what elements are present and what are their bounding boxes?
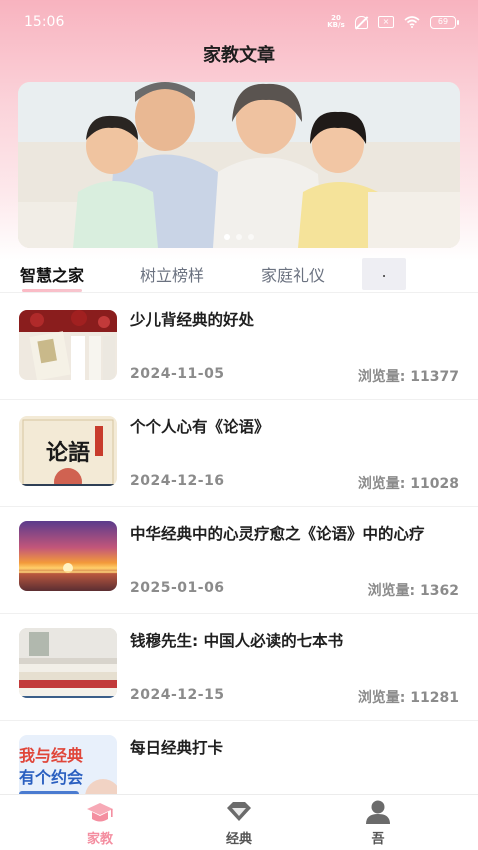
carousel-dot[interactable]	[236, 234, 242, 240]
diamond-icon	[224, 799, 254, 825]
article-thumbnail: 论語	[19, 416, 117, 486]
article-views: 浏览量: 11028	[357, 476, 459, 492]
nav-jiajiao[interactable]: 家教	[70, 799, 130, 847]
tab-more[interactable]: .	[362, 258, 406, 290]
article-views: 浏览量: 11281	[357, 690, 459, 706]
sim-icon: ×	[378, 16, 394, 28]
article-title: 钱穆先生: 中国人必读的七本书	[130, 632, 344, 650]
page-title: 家教文章	[203, 45, 275, 66]
wifi-icon	[404, 16, 420, 28]
carousel-indicator[interactable]	[18, 234, 460, 240]
graduation-cap-icon	[85, 799, 115, 825]
article-item[interactable]: 论語 个个人心有《论语》 2024-12-16 浏览量: 11028	[0, 400, 478, 507]
article-title: 少儿背经典的好处	[130, 311, 255, 329]
article-date: 2024-11-05	[130, 366, 225, 382]
nav-label: 家教	[86, 832, 113, 847]
article-title: 个个人心有《论语》	[130, 418, 270, 436]
article-views: 浏览量: 1362	[367, 583, 459, 599]
user-icon	[363, 799, 393, 825]
article-thumbnail	[19, 310, 117, 380]
carousel-dot[interactable]	[224, 234, 230, 240]
status-icons: 20 KB/s × 69	[327, 14, 459, 29]
banner-carousel[interactable]	[18, 82, 460, 248]
thumb-lunyu-text: 论語	[46, 440, 90, 466]
status-time: 15:06	[24, 14, 65, 30]
article-date: 2024-12-15	[130, 687, 225, 703]
article-date: 2025-01-06	[130, 580, 225, 596]
category-tabs: 智慧之家 树立榜样 家庭礼仪 .	[0, 256, 478, 292]
article-item[interactable]: 少儿背经典的好处 2024-11-05 浏览量: 11377	[0, 293, 478, 400]
article-thumbnail	[19, 628, 117, 698]
carousel-dot[interactable]	[248, 234, 254, 240]
thumb-promo-line1: 我与经典	[19, 746, 83, 765]
article-item[interactable]: 钱穆先生: 中国人必读的七本书 2024-12-15 浏览量: 11281	[0, 614, 478, 721]
article-item[interactable]: 中华经典中的心灵疗愈之《论语》中的心疗 2025-01-06 浏览量: 1362	[0, 507, 478, 614]
bottom-navigation: 家教 经典 吾	[0, 794, 478, 850]
battery-icon: 69	[430, 15, 459, 29]
status-bar: 15:06 20 KB/s × 69	[0, 0, 478, 44]
tab-shuli[interactable]: 树立榜样	[140, 262, 204, 286]
mute-icon	[355, 15, 368, 29]
network-speed-icon: 20 KB/s	[327, 14, 345, 29]
tab-label: 智慧之家	[20, 266, 85, 285]
nav-jingdian[interactable]: 经典	[209, 799, 269, 847]
article-title: 中华经典中的心灵疗愈之《论语》中的心疗	[130, 525, 425, 543]
nav-wu[interactable]: 吾	[348, 799, 408, 847]
nav-label: 经典	[225, 832, 252, 847]
article-title: 每日经典打卡	[130, 739, 224, 757]
article-views: 浏览量: 11377	[357, 369, 459, 385]
banner-family-photo	[18, 82, 460, 248]
article-date: 2024-12-16	[130, 473, 225, 489]
thumb-promo-line2: 有个约会	[19, 768, 83, 787]
article-thumbnail	[19, 521, 117, 591]
nav-label: 吾	[371, 832, 385, 847]
tab-zhihui[interactable]: 智慧之家	[20, 262, 85, 292]
tab-jiating[interactable]: 家庭礼仪	[261, 262, 325, 286]
